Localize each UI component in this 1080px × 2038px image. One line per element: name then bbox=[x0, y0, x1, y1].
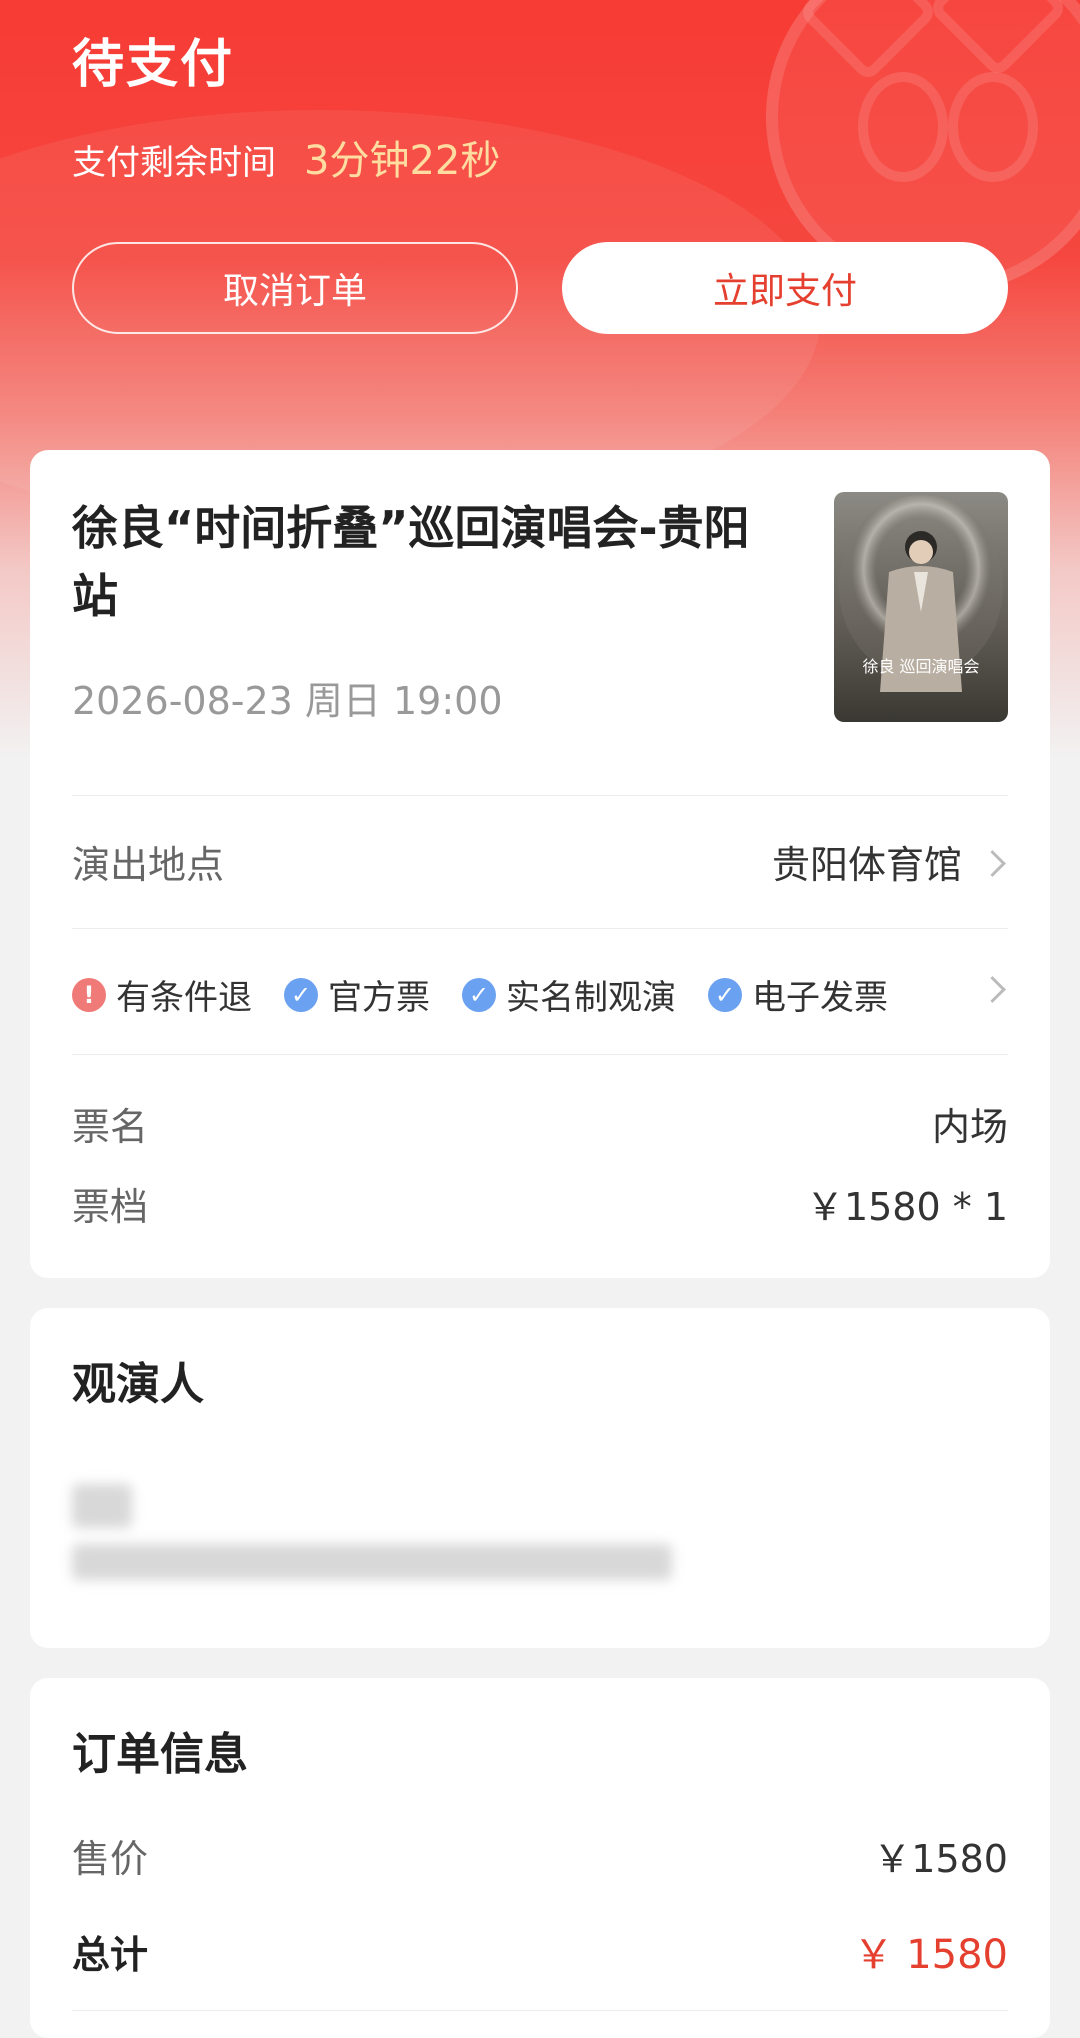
tag-text: 实名制观演 bbox=[506, 978, 676, 1018]
chevron-right-icon[interactable] bbox=[979, 976, 1006, 1003]
divider bbox=[72, 795, 1008, 796]
poster-image: 徐良 巡回演唱会 bbox=[834, 492, 1008, 722]
redacted-name bbox=[72, 1484, 132, 1528]
check-icon: ✓ bbox=[284, 977, 318, 1012]
divider bbox=[72, 928, 1008, 929]
timer-label: 支付剩余时间 bbox=[72, 143, 276, 183]
payment-timer: 支付剩余时间 3分钟22秒 bbox=[72, 128, 500, 186]
tag-real-name: ✓ 实名制观演 bbox=[462, 970, 676, 1019]
tag-official-ticket: ✓ 官方票 bbox=[284, 970, 430, 1019]
redacted-id bbox=[72, 1544, 672, 1580]
price-value: ￥1580 bbox=[873, 1837, 1008, 1881]
divider bbox=[72, 1054, 1008, 1055]
ticket-policy-tags[interactable]: ! 有条件退 ✓ 官方票 ✓ 实名制观演 ✓ 电子发票 bbox=[72, 970, 920, 1019]
venue-value: 贵阳体育馆 bbox=[771, 843, 962, 887]
event-datetime: 2026-08-23 周日 19:00 bbox=[72, 679, 503, 723]
ticket-name-label: 票名 bbox=[72, 1105, 149, 1149]
timer-value: 3分钟22秒 bbox=[304, 138, 501, 184]
ticket-name-value: 内场 bbox=[931, 1105, 1008, 1149]
check-icon: ✓ bbox=[708, 977, 742, 1012]
attendee-card: 观演人 bbox=[30, 1308, 1050, 1648]
divider bbox=[72, 2010, 1008, 2011]
check-icon: ✓ bbox=[462, 977, 496, 1012]
tag-text: 电子发票 bbox=[752, 978, 888, 1018]
warning-icon: ! bbox=[72, 977, 106, 1012]
attendee-title: 观演人 bbox=[72, 1359, 204, 1410]
price-label: 售价 bbox=[72, 1837, 149, 1881]
ticket-tier-label: 票档 bbox=[72, 1185, 149, 1229]
total-label: 总计 bbox=[72, 1933, 149, 1977]
event-title: 徐良“时间折叠”巡回演唱会-贵阳站 bbox=[72, 501, 750, 623]
total-value: ￥ 1580 bbox=[853, 1932, 1008, 1978]
tag-e-invoice: ✓ 电子发票 bbox=[708, 970, 888, 1019]
chevron-right-icon bbox=[979, 850, 1006, 877]
tag-text: 有条件退 bbox=[116, 978, 252, 1018]
event-poster[interactable]: 徐良 巡回演唱会 bbox=[834, 492, 1008, 722]
venue-label: 演出地点 bbox=[72, 843, 225, 887]
order-status-title: 待支付 bbox=[72, 35, 235, 95]
ticket-tier-value: ￥1580 * 1 bbox=[805, 1185, 1008, 1229]
cancel-order-button[interactable]: 取消订单 bbox=[72, 242, 518, 334]
poster-caption: 徐良 巡回演唱会 bbox=[862, 657, 979, 676]
event-card: 徐良“时间折叠”巡回演唱会-贵阳站 2026-08-23 周日 19:00 徐良… bbox=[30, 450, 1050, 1278]
tag-text: 官方票 bbox=[328, 978, 430, 1018]
order-info-title: 订单信息 bbox=[72, 1729, 248, 1780]
order-info-card: 订单信息 售价 ￥1580 总计 ￥ 1580 bbox=[30, 1678, 1050, 2038]
tag-conditional-refund: ! 有条件退 bbox=[72, 970, 252, 1019]
pay-now-button[interactable]: 立即支付 bbox=[562, 242, 1008, 334]
